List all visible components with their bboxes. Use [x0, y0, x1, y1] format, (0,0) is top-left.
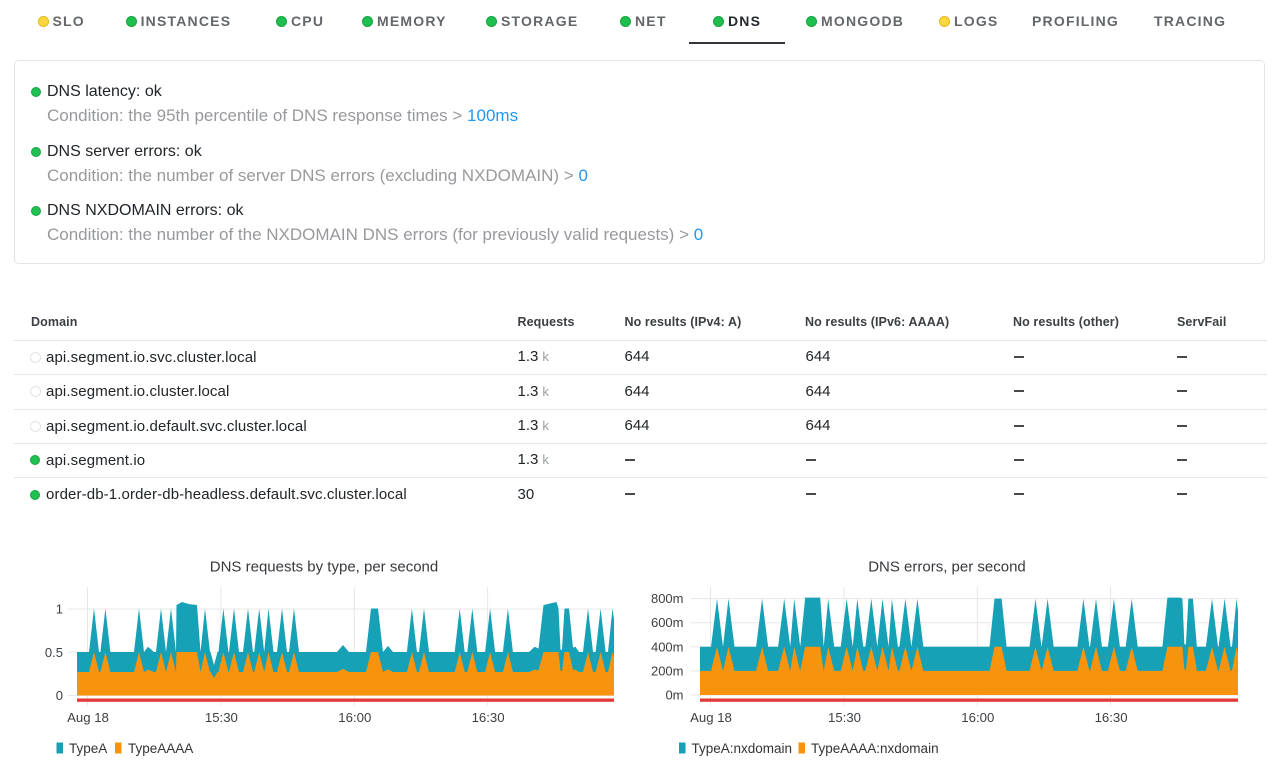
svg-text:DNS requests by type, per seco: DNS requests by type, per second — [210, 559, 438, 576]
svg-text:1: 1 — [56, 602, 63, 617]
svg-text:TypeA:nxdomain: TypeA:nxdomain — [692, 741, 793, 756]
svg-text:0m: 0m — [665, 688, 683, 703]
svg-text:16:00: 16:00 — [961, 710, 994, 725]
svg-text:15:30: 15:30 — [205, 710, 238, 725]
svg-text:16:30: 16:30 — [472, 710, 505, 725]
svg-text:600m: 600m — [651, 615, 684, 630]
svg-text:Aug 18: Aug 18 — [690, 710, 732, 725]
svg-text:15:30: 15:30 — [828, 710, 861, 725]
svg-text:TypeAAAA: TypeAAAA — [128, 741, 193, 756]
svg-text:0.5: 0.5 — [45, 645, 63, 660]
svg-text:400m: 400m — [651, 639, 684, 654]
svg-text:TypeA: TypeA — [69, 741, 107, 756]
svg-text:0: 0 — [56, 688, 63, 703]
svg-text:800m: 800m — [651, 591, 684, 606]
svg-text:TypeAAAA:nxdomain: TypeAAAA:nxdomain — [811, 741, 939, 756]
svg-text:200m: 200m — [651, 663, 684, 678]
svg-text:Aug 18: Aug 18 — [67, 710, 109, 725]
svg-text:16:00: 16:00 — [338, 710, 371, 725]
svg-text:16:30: 16:30 — [1095, 710, 1128, 725]
svg-text:DNS errors, per second: DNS errors, per second — [868, 559, 1026, 576]
